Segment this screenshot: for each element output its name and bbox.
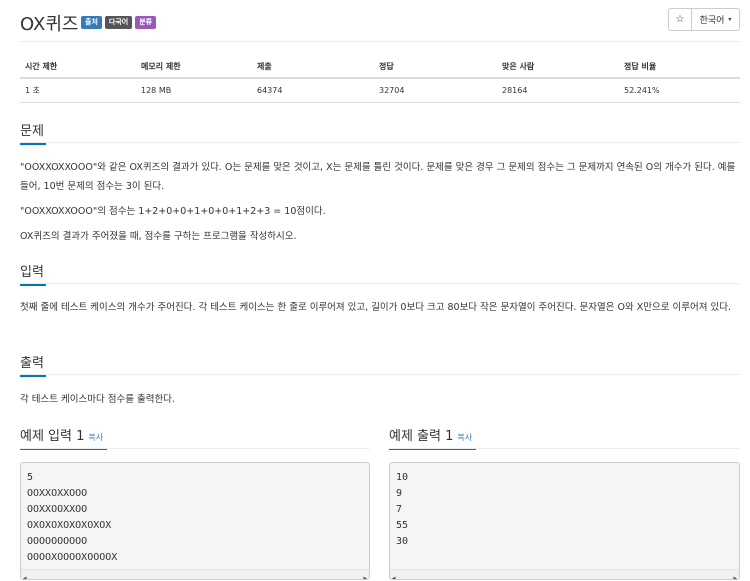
table-row: 1 초 128 MB 64374 32704 28164 52.241% — [20, 78, 740, 103]
page-title: OX퀴즈 — [20, 14, 79, 35]
sample-input-line: 5 — [27, 472, 34, 483]
section-divider — [20, 283, 740, 284]
sample-input-line: OXOXOXOXOXOXOX — [27, 520, 112, 531]
sample-input-box[interactable]: 5 OOXXOXXOOO OOXXOOXXOO OXOXOXOXOXOXOX O… — [20, 462, 370, 580]
sample-input-line: OOOOXOOOOXOOOOX — [27, 552, 118, 563]
input-description: 첫째 줄에 테스트 케이스의 개수가 주어진다. 각 테스트 케이스는 한 줄로… — [20, 302, 731, 313]
accepted-value[interactable]: 32704 — [374, 78, 497, 103]
memory-limit-value: 128 MB — [136, 78, 252, 103]
copy-sample-output-link[interactable]: 복사 — [457, 433, 472, 442]
output-description: 각 테스트 케이스마다 점수를 출력한다. — [20, 394, 175, 405]
output-section-title: 출력 — [20, 352, 46, 377]
sample-output-line: 10 — [396, 472, 409, 483]
input-section-title: 입력 — [20, 261, 46, 286]
sample-output-line: 7 — [396, 504, 403, 515]
star-icon: ☆ — [675, 14, 685, 25]
time-limit-value: 1 초 — [20, 78, 136, 103]
sample-input-line: OOOOOOOOOO — [27, 536, 88, 547]
problem-info-table: 시간 제한 메모리 제한 제출 정답 맞은 사람 정답 비율 1 초 128 M… — [20, 56, 740, 103]
submissions-value[interactable]: 64374 — [252, 78, 374, 103]
horizontal-scrollbar[interactable]: ◀ ▶ — [390, 569, 739, 579]
ratio-value: 52.241% — [619, 78, 740, 103]
scroll-left-icon[interactable]: ◀ — [392, 571, 396, 579]
scroll-right-icon[interactable]: ▶ — [733, 571, 737, 579]
caret-down-icon: ▾ — [728, 16, 732, 23]
sample-output-line: 30 — [396, 536, 409, 547]
problem-paragraph-2: "OOXXOXXOOO"의 점수는 1+2+0+0+1+0+0+1+2+3 = … — [20, 206, 326, 217]
language-label: 한국어 — [699, 16, 725, 26]
category-label[interactable]: 분류 — [135, 16, 157, 29]
col-solvers: 맞은 사람 — [497, 56, 619, 79]
header-buttons: ☆ 한국어 ▾ — [668, 8, 740, 31]
sample-input-title: 예제 입력 1 복사 — [20, 425, 107, 450]
section-divider — [20, 142, 740, 143]
problem-section-title: 문제 — [20, 120, 46, 145]
col-memory-limit: 메모리 제한 — [136, 56, 252, 79]
sample-input-line: OOXXOOXXOO — [27, 504, 88, 515]
sample-output-box[interactable]: 10 9 7 55 30 ◀ ▶ — [389, 462, 740, 580]
scroll-right-icon[interactable]: ▶ — [363, 571, 367, 579]
horizontal-scrollbar[interactable]: ◀ ▶ — [21, 569, 369, 579]
problem-labels: 출처 다국어 분류 — [81, 16, 157, 29]
sample-output-title: 예제 출력 1 복사 — [389, 425, 476, 450]
col-submissions: 제출 — [252, 56, 374, 79]
star-button[interactable]: ☆ — [668, 8, 692, 31]
solvers-value[interactable]: 28164 — [497, 78, 619, 103]
multilang-label[interactable]: 다국어 — [104, 16, 133, 29]
scroll-left-icon[interactable]: ◀ — [23, 571, 27, 579]
col-time-limit: 시간 제한 — [20, 56, 136, 79]
sample-output-line: 9 — [396, 488, 403, 499]
sample-input-line: OOXXOXXOOO — [27, 488, 88, 499]
language-dropdown[interactable]: 한국어 ▾ — [692, 8, 740, 31]
col-ratio: 정답 비율 — [619, 56, 740, 79]
col-accepted: 정답 — [374, 56, 497, 79]
sample-output-line: 55 — [396, 520, 409, 531]
problem-paragraph-1: "OOXXOXXOOO"와 같은 OX퀴즈의 결과가 있다. O는 문제를 맞은… — [20, 162, 736, 192]
copy-sample-input-link[interactable]: 복사 — [88, 433, 103, 442]
source-label[interactable]: 출처 — [81, 16, 102, 29]
section-divider — [20, 448, 370, 449]
section-divider — [20, 374, 740, 375]
table-header-row: 시간 제한 메모리 제한 제출 정답 맞은 사람 정답 비율 — [20, 56, 740, 79]
problem-header: OX퀴즈 출처 다국어 분류 ☆ 한국어 ▾ — [20, 8, 740, 42]
problem-paragraph-3: OX퀴즈의 결과가 주어졌을 때, 점수를 구하는 프로그램을 작성하시오. — [20, 231, 297, 242]
section-divider — [389, 448, 740, 449]
